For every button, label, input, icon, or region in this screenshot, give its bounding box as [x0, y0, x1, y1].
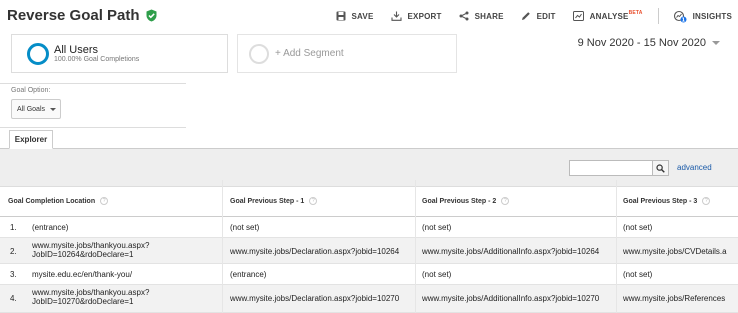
segment-ring-icon [27, 43, 49, 65]
add-segment-button[interactable]: + Add Segment [237, 34, 457, 73]
column-header-label: Goal Previous Step - 2 [422, 197, 497, 205]
export-button[interactable]: EXPORT [390, 11, 442, 21]
tab-explorer[interactable]: Explorer [9, 130, 53, 149]
goal-option-value: All Goals [17, 105, 46, 113]
edit-label: EDIT [536, 11, 556, 21]
help-icon[interactable]: ? [309, 197, 318, 205]
help-icon[interactable]: ? [702, 197, 711, 205]
column-header-previous-step-2[interactable]: Goal Previous Step - 2 ? [422, 197, 510, 205]
save-icon [336, 11, 345, 21]
column-header-label: Goal Previous Step - 3 [623, 197, 698, 205]
share-icon [459, 11, 469, 21]
column-header-label: Goal Previous Step - 1 [230, 197, 305, 205]
previous-step-1-cell: (not set) [230, 223, 260, 232]
insights-badge: 1 [681, 17, 685, 23]
add-segment-ring-icon [249, 44, 269, 64]
previous-step-3-cell: www.mysite.jobs/References [623, 294, 726, 303]
cell-text: www.mysite.jobs/thankyou.aspx? [32, 241, 150, 250]
cell-text: JobID=10270&rdoDeclare=1 [32, 297, 134, 306]
table-row: 3. mysite.edu.ec/en/thank-you/ (entrance… [0, 264, 738, 285]
cell-text: JobID=10264&rdoDeclare=1 [32, 250, 134, 259]
date-range-picker[interactable]: 9 Nov 2020 - 15 Nov 2020 [578, 37, 720, 49]
date-range-text: 9 Nov 2020 - 15 Nov 2020 [577, 37, 706, 49]
add-segment-label: + Add Segment [275, 48, 344, 59]
save-button[interactable]: SAVE [336, 11, 374, 21]
cell-text: www.mysite.jobs/thankyou.aspx? [32, 288, 150, 297]
export-icon [390, 11, 402, 21]
previous-step-2-cell: (not set) [422, 270, 452, 279]
share-button[interactable]: SHARE [459, 11, 504, 21]
previous-step-2-cell: (not set) [422, 223, 452, 232]
row-number: 1. [10, 223, 17, 232]
analyse-label: ANALYSE [589, 11, 629, 21]
row-number: 4. [10, 294, 17, 303]
column-header-previous-step-3[interactable]: Goal Previous Step - 3 ? [623, 197, 711, 205]
help-icon[interactable]: ? [501, 197, 510, 205]
previous-step-3-cell: (not set) [623, 223, 653, 232]
previous-step-2-cell: www.mysite.jobs/AdditionalInfo.aspx?jobi… [422, 247, 600, 256]
row-number: 2. [10, 247, 17, 256]
save-label: SAVE [351, 11, 374, 21]
previous-step-3-cell: (not set) [623, 270, 653, 279]
chevron-down-icon [712, 41, 720, 45]
help-icon[interactable]: ? [100, 197, 109, 205]
table-row: 4. www.mysite.jobs/thankyou.aspx? JobID=… [0, 285, 738, 313]
edit-button[interactable]: EDIT [521, 11, 556, 21]
search-icon [656, 163, 665, 173]
insights-icon: 1 [673, 10, 687, 23]
completion-location-cell: mysite.edu.ec/en/thank-you/ [32, 270, 132, 279]
completion-location-cell: www.mysite.jobs/thankyou.aspx? JobID=102… [32, 241, 149, 259]
column-divider [222, 180, 223, 313]
beta-badge: BETA [628, 10, 643, 16]
insights-label: INSIGHTS [692, 11, 732, 21]
tab-explorer-label: Explorer [14, 135, 48, 144]
goal-option-label: Goal Option: [11, 87, 51, 94]
cell-text: (entrance) [32, 223, 69, 232]
insights-button[interactable]: 1 INSIGHTS [673, 10, 732, 23]
table-row: 1. (entrance) (not set) (not set) (not s… [0, 217, 738, 238]
column-divider [616, 180, 617, 313]
previous-step-1-cell: (entrance) [230, 270, 267, 279]
segment-title: All Users [54, 44, 99, 56]
previous-step-3-cell: www.mysite.jobs/CVDetails.a [623, 247, 727, 256]
share-label: SHARE [474, 11, 504, 21]
column-header-label: Goal Completion Location [8, 197, 96, 205]
search-button[interactable] [653, 160, 669, 176]
previous-step-1-cell: www.mysite.jobs/Declaration.aspx?jobid=1… [230, 294, 400, 303]
divider [0, 127, 186, 128]
completion-location-cell: (entrance) [32, 223, 68, 232]
previous-step-1-cell: www.mysite.jobs/Declaration.aspx?jobid=1… [230, 247, 400, 256]
table-row: 2. www.mysite.jobs/thankyou.aspx? JobID=… [0, 238, 738, 264]
cell-text: mysite.edu.ec/en/thank-you/ [32, 270, 133, 279]
goal-option-select[interactable]: All Goals [11, 99, 61, 119]
verified-shield-icon [145, 9, 158, 22]
segment-all-users[interactable]: All Users 100.00% Goal Completions [11, 34, 228, 73]
table-header: Goal Completion Location ? Goal Previous… [0, 186, 738, 217]
column-divider [415, 180, 416, 313]
pencil-icon [521, 12, 530, 20]
report-toolbar: SAVE EXPORT SHARE EDIT ANALYSE BETA 1 INS… [319, 8, 733, 24]
analyse-button[interactable]: ANALYSE BETA [572, 10, 643, 21]
page-title: Reverse Goal Path [7, 7, 158, 24]
page-title-text: Reverse Goal Path [7, 7, 140, 24]
report-header: Reverse Goal Path SAVE EXPORT SHARE EDIT… [0, 0, 738, 30]
export-label: EXPORT [407, 11, 442, 21]
analyse-icon [572, 11, 584, 21]
previous-step-2-cell: www.mysite.jobs/AdditionalInfo.aspx?jobi… [422, 294, 600, 303]
completion-location-cell: www.mysite.jobs/thankyou.aspx? JobID=102… [32, 288, 149, 306]
toolbar-divider [657, 8, 659, 24]
chevron-down-icon [50, 107, 57, 111]
row-number: 3. [10, 270, 17, 279]
column-header-completion-location[interactable]: Goal Completion Location ? [8, 197, 109, 205]
advanced-filter-link[interactable]: advanced [677, 163, 712, 172]
column-header-previous-step-1[interactable]: Goal Previous Step - 1 ? [230, 197, 318, 205]
segment-subtitle: 100.00% Goal Completions [54, 56, 140, 63]
table-search-input[interactable] [569, 160, 653, 176]
divider [0, 83, 186, 84]
